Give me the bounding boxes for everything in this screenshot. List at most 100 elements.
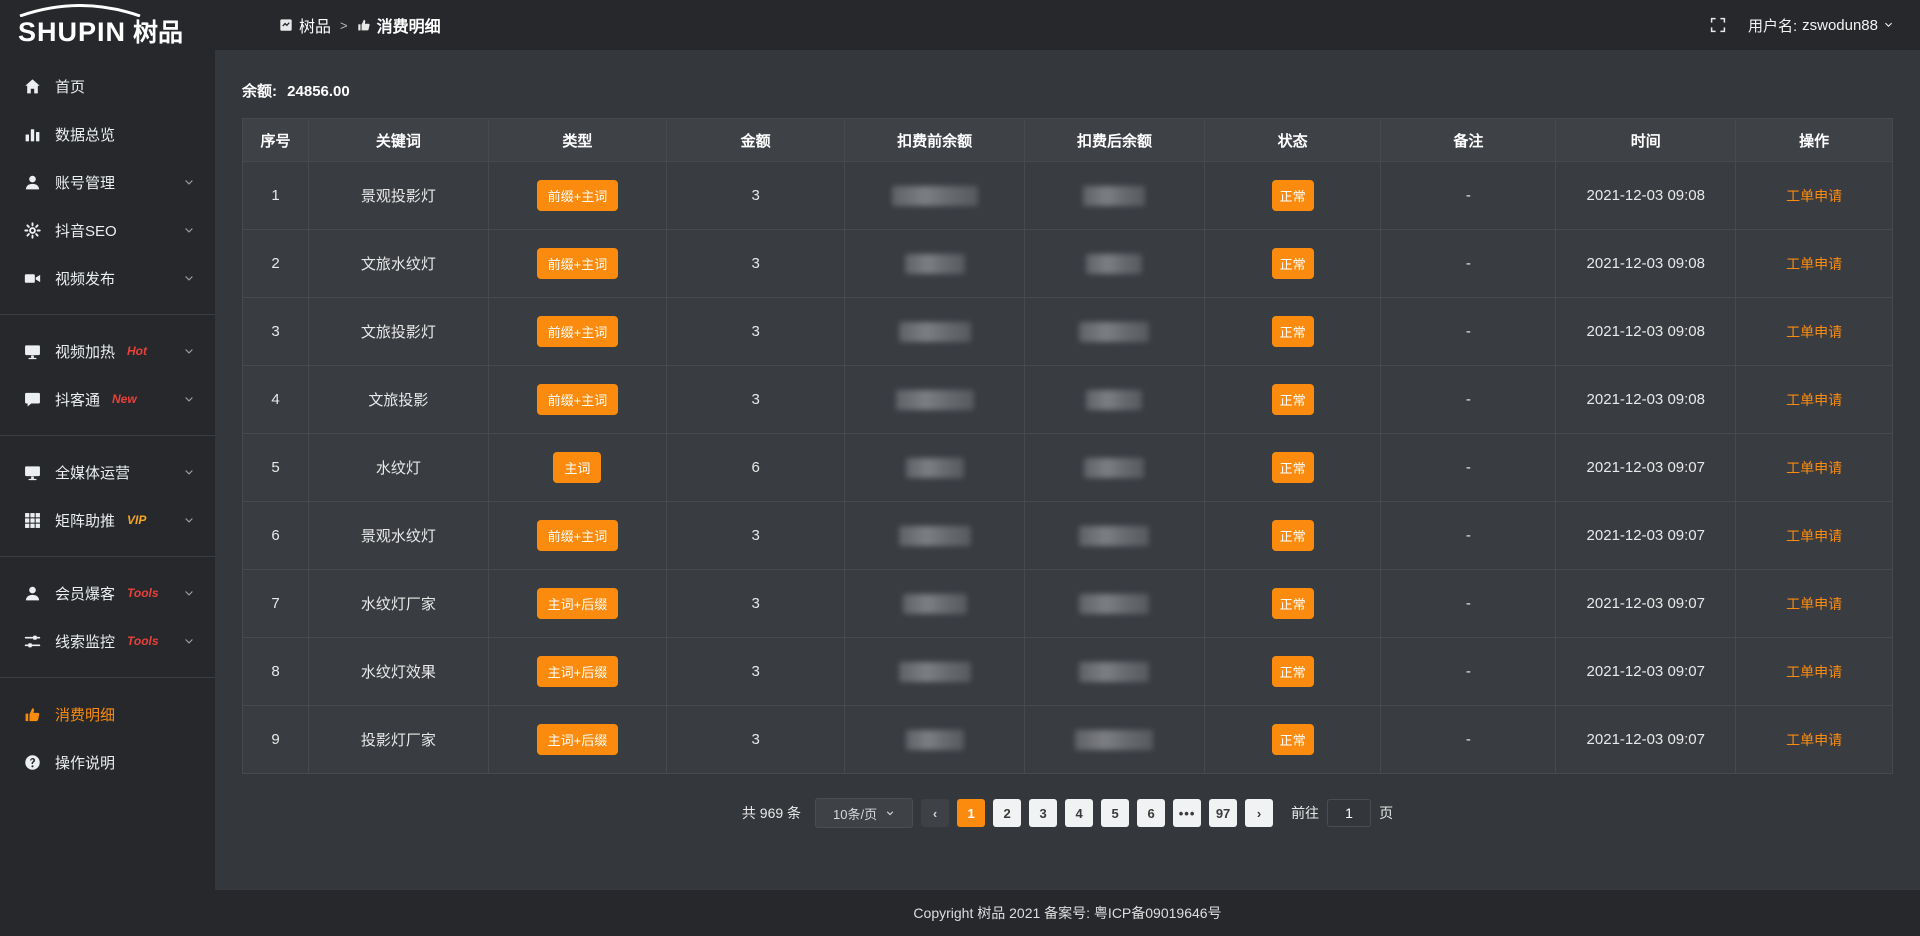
username-value: zswodun88 bbox=[1802, 17, 1878, 34]
masked-balance-before bbox=[906, 730, 964, 750]
prev-page-button[interactable]: ‹ bbox=[921, 799, 949, 827]
breadcrumb-item-消费明细[interactable]: 消费明细 bbox=[357, 13, 441, 37]
work-order-link[interactable]: 工单申请 bbox=[1786, 256, 1842, 272]
cell-remark: - bbox=[1381, 366, 1556, 434]
dashboard-icon bbox=[279, 18, 293, 32]
cell-remark: - bbox=[1381, 570, 1556, 638]
sidebar-item-操作说明[interactable]: 操作说明 bbox=[0, 738, 215, 786]
sidebar-item-矩阵助推[interactable]: 矩阵助推VIP bbox=[0, 496, 215, 544]
next-page-button[interactable]: › bbox=[1245, 799, 1273, 827]
cell-balance-before bbox=[845, 706, 1025, 774]
page-button-1[interactable]: 1 bbox=[957, 799, 985, 827]
column-header-扣费前余额: 扣费前余额 bbox=[845, 119, 1025, 162]
sidebar-item-label: 消费明细 bbox=[55, 704, 115, 725]
main-column: 树品>消费明细 用户名: zswodun88 余额: 24856.00 bbox=[215, 0, 1920, 936]
sidebar-item-抖客通[interactable]: 抖客通New bbox=[0, 375, 215, 423]
chevron-down-icon bbox=[885, 806, 895, 821]
user-icon bbox=[24, 174, 41, 191]
consumption-table: 序号关键词类型金额扣费前余额扣费后余额状态备注时间操作 1景观投影灯前缀+主词3… bbox=[242, 118, 1893, 774]
column-header-扣费后余额: 扣费后余额 bbox=[1025, 119, 1205, 162]
column-header-类型: 类型 bbox=[488, 119, 666, 162]
page-button-4[interactable]: 4 bbox=[1065, 799, 1093, 827]
sidebar-item-会员爆客[interactable]: 会员爆客Tools bbox=[0, 569, 215, 617]
page-button-6[interactable]: 6 bbox=[1137, 799, 1165, 827]
cell-remark: - bbox=[1381, 502, 1556, 570]
page-size-select[interactable]: 10条/页 bbox=[815, 798, 913, 828]
comment-icon bbox=[24, 391, 41, 408]
sidebar-item-数据总览[interactable]: 数据总览 bbox=[0, 110, 215, 158]
sidebar-item-线索监控[interactable]: 线索监控Tools bbox=[0, 617, 215, 665]
page-button-97[interactable]: 97 bbox=[1209, 799, 1237, 827]
type-badge: 前缀+主词 bbox=[537, 520, 619, 551]
cell-time: 2021-12-03 09:08 bbox=[1556, 162, 1736, 230]
cell-keyword: 水纹灯效果 bbox=[309, 638, 489, 706]
masked-balance-before bbox=[905, 254, 965, 274]
breadcrumb-item-树品[interactable]: 树品 bbox=[279, 13, 331, 37]
work-order-link[interactable]: 工单申请 bbox=[1786, 460, 1842, 476]
display-icon bbox=[24, 343, 41, 360]
cell-keyword: 景观水纹灯 bbox=[309, 502, 489, 570]
sidebar-item-label: 全媒体运营 bbox=[55, 462, 130, 483]
masked-balance-after bbox=[1079, 662, 1149, 682]
pagination-total: 共 969 条 bbox=[742, 803, 801, 823]
cell-type: 主词+后缀 bbox=[488, 638, 666, 706]
cell-keyword: 水纹灯厂家 bbox=[309, 570, 489, 638]
sidebar-item-label: 抖客通 bbox=[55, 389, 100, 410]
page-button-5[interactable]: 5 bbox=[1101, 799, 1129, 827]
cell-type: 主词+后缀 bbox=[488, 706, 666, 774]
cell-action: 工单申请 bbox=[1736, 638, 1893, 706]
page-more-button[interactable]: ••• bbox=[1173, 799, 1201, 827]
table-header-row: 序号关键词类型金额扣费前余额扣费后余额状态备注时间操作 bbox=[243, 119, 1893, 162]
sidebar-item-全媒体运营[interactable]: 全媒体运营 bbox=[0, 448, 215, 496]
cell-time: 2021-12-03 09:08 bbox=[1556, 298, 1736, 366]
sidebar-item-首页[interactable]: 首页 bbox=[0, 62, 215, 110]
chevron-down-icon bbox=[1883, 17, 1894, 34]
cell-action: 工单申请 bbox=[1736, 502, 1893, 570]
cell-status: 正常 bbox=[1204, 230, 1381, 298]
sidebar-item-label: 线索监控 bbox=[55, 631, 115, 652]
fullscreen-icon[interactable] bbox=[1710, 17, 1726, 33]
cell-status: 正常 bbox=[1204, 502, 1381, 570]
cell-status: 正常 bbox=[1204, 162, 1381, 230]
sidebar-item-视频加热[interactable]: 视频加热Hot bbox=[0, 327, 215, 375]
work-order-link[interactable]: 工单申请 bbox=[1786, 188, 1842, 204]
user-menu[interactable]: 用户名: zswodun88 bbox=[1748, 15, 1894, 36]
balance-label: 余额: bbox=[242, 83, 277, 100]
work-order-link[interactable]: 工单申请 bbox=[1786, 664, 1842, 680]
goto-page-input[interactable] bbox=[1327, 799, 1371, 827]
sidebar-item-label: 首页 bbox=[55, 76, 85, 97]
user-solid-icon bbox=[24, 585, 41, 602]
sidebar-divider bbox=[0, 556, 215, 557]
home-icon bbox=[24, 78, 41, 95]
work-order-link[interactable]: 工单申请 bbox=[1786, 528, 1842, 544]
masked-balance-before bbox=[903, 594, 967, 614]
video-icon bbox=[24, 270, 41, 287]
page-button-3[interactable]: 3 bbox=[1029, 799, 1057, 827]
sidebar-item-消费明细[interactable]: 消费明细 bbox=[0, 690, 215, 738]
masked-balance-after bbox=[1075, 730, 1153, 750]
cell-amount: 3 bbox=[667, 638, 845, 706]
sidebar-item-视频发布[interactable]: 视频发布 bbox=[0, 254, 215, 302]
chevron-down-icon bbox=[183, 176, 195, 188]
type-badge: 前缀+主词 bbox=[537, 248, 619, 279]
type-badge: 前缀+主词 bbox=[537, 316, 619, 347]
column-header-状态: 状态 bbox=[1204, 119, 1381, 162]
sidebar-item-label: 会员爆客 bbox=[55, 583, 115, 604]
column-header-关键词: 关键词 bbox=[309, 119, 489, 162]
goto-label: 前往 bbox=[1291, 803, 1319, 823]
work-order-link[interactable]: 工单申请 bbox=[1786, 392, 1842, 408]
sidebar-divider bbox=[0, 314, 215, 315]
cell-keyword: 文旅投影 bbox=[309, 366, 489, 434]
work-order-link[interactable]: 工单申请 bbox=[1786, 732, 1842, 748]
type-badge: 前缀+主词 bbox=[537, 180, 619, 211]
cell-seq: 5 bbox=[243, 434, 309, 502]
cell-amount: 3 bbox=[667, 230, 845, 298]
sidebar-item-抖音SEO[interactable]: 抖音SEO bbox=[0, 206, 215, 254]
page-button-2[interactable]: 2 bbox=[993, 799, 1021, 827]
work-order-link[interactable]: 工单申请 bbox=[1786, 324, 1842, 340]
sidebar-item-账号管理[interactable]: 账号管理 bbox=[0, 158, 215, 206]
work-order-link[interactable]: 工单申请 bbox=[1786, 596, 1842, 612]
logo-arc-icon bbox=[16, 4, 144, 17]
cell-balance-after bbox=[1025, 706, 1205, 774]
chevron-down-icon bbox=[183, 587, 195, 599]
